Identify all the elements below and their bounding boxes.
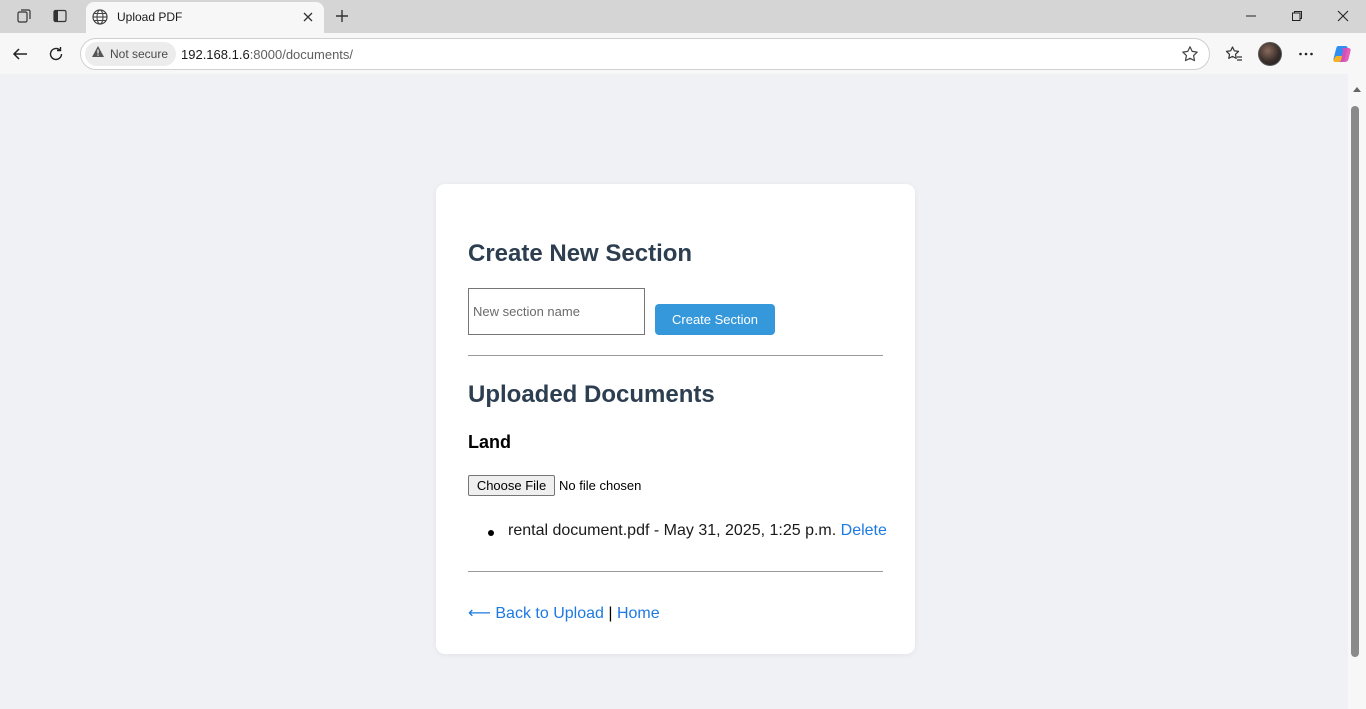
documents-card: Create New Section Create Section Upload… [436, 184, 915, 654]
vertical-tabs-icon[interactable] [46, 4, 74, 28]
choose-file-button[interactable]: Choose File [468, 475, 555, 496]
no-file-chosen-text: No file chosen [559, 478, 642, 493]
new-tab-icon[interactable] [330, 4, 354, 28]
url-host: 192.168.1.6 [181, 47, 250, 62]
tab-title: Upload PDF [117, 10, 183, 24]
favorite-star-icon[interactable] [1181, 45, 1199, 68]
tab-strip: Upload PDF [0, 0, 1366, 33]
page-viewport: Create New Section Create Section Upload… [4, 74, 1346, 709]
security-label: Not secure [110, 47, 169, 61]
profile-avatar[interactable] [1258, 42, 1282, 66]
uploaded-documents-heading: Uploaded Documents [468, 381, 715, 408]
not-secure-badge[interactable]: Not secure [85, 42, 177, 66]
more-menu-icon[interactable] [1292, 40, 1320, 68]
close-tab-icon[interactable] [300, 9, 316, 30]
vertical-scrollbar[interactable] [1348, 74, 1366, 709]
url-text[interactable]: 192.168.1.6:8000/documents/ [181, 47, 353, 62]
document-info: rental document.pdf - May 31, 2025, 1:25… [508, 522, 837, 539]
footer-links: ⟵ Back to Upload | Home [468, 603, 660, 623]
minimize-icon[interactable] [1236, 4, 1266, 28]
divider [468, 571, 883, 572]
divider [468, 355, 883, 356]
browser-toolbar: Not secure 192.168.1.6:8000/documents/ [0, 33, 1366, 74]
create-section-button[interactable]: Create Section [655, 304, 775, 335]
copilot-icon[interactable] [1329, 40, 1357, 68]
create-section-heading: Create New Section [468, 240, 693, 267]
section-name-land: Land [468, 432, 511, 452]
restore-icon[interactable] [1282, 4, 1312, 28]
home-link[interactable]: Home [617, 605, 660, 622]
globe-icon [91, 8, 109, 31]
back-to-upload-link[interactable]: ⟵ Back to Upload [468, 605, 604, 622]
section-name-input[interactable] [468, 288, 645, 335]
warning-icon [91, 45, 105, 63]
list-bullet [488, 530, 494, 536]
back-arrow-icon[interactable] [6, 40, 34, 68]
delete-link[interactable]: Delete [841, 522, 887, 539]
link-separator: | [608, 605, 613, 622]
scrollbar-thumb[interactable] [1351, 106, 1359, 657]
address-bar[interactable]: Not secure 192.168.1.6:8000/documents/ [80, 38, 1210, 70]
workspaces-icon[interactable] [10, 4, 38, 28]
url-path: :8000/documents/ [249, 47, 354, 62]
favorites-icon[interactable] [1220, 40, 1248, 68]
tab-upload-pdf[interactable]: Upload PDF [86, 2, 324, 33]
refresh-icon[interactable] [42, 40, 70, 68]
close-window-icon[interactable] [1328, 4, 1358, 28]
scroll-up-arrow-icon[interactable] [1352, 80, 1362, 98]
